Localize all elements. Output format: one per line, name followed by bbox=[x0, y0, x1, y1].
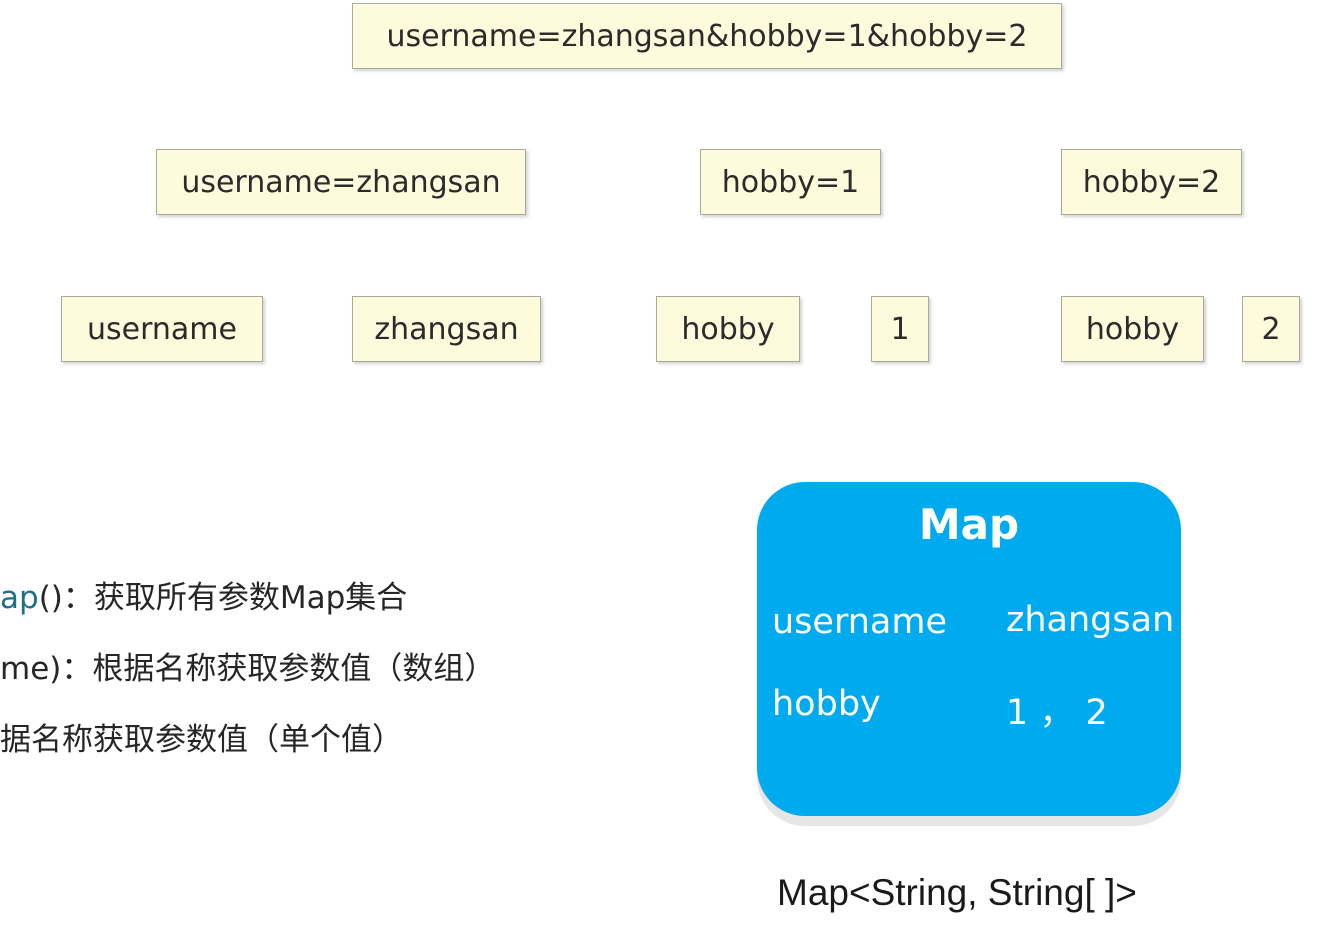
pair-text: username=zhangsan bbox=[181, 164, 501, 200]
token-text: 2 bbox=[1261, 311, 1281, 347]
map-container: Map username zhangsan hobby 1 ， 2 bbox=[757, 482, 1181, 816]
pair-text: hobby=2 bbox=[1082, 164, 1221, 200]
pair-text: hobby=1 bbox=[721, 164, 860, 200]
method-description: ()：获取所有参数Map集合 bbox=[38, 580, 408, 616]
method-get-parameter-map: ap()：获取所有参数Map集合 bbox=[0, 572, 407, 617]
method-get-parameter-values: me)：根据名称获取参数值（数组） bbox=[0, 643, 495, 688]
map-key-username: username bbox=[772, 602, 947, 642]
method-name: ap bbox=[0, 580, 39, 616]
map-key-hobby: hobby bbox=[772, 684, 881, 724]
map-title: Map bbox=[918, 500, 1020, 549]
method-description: me)：根据名称获取参数值（数组） bbox=[0, 651, 496, 687]
map-value-hobby: 1 ， 2 bbox=[1006, 693, 1108, 733]
method-get-parameter: 据名称获取参数值（单个值） bbox=[0, 714, 403, 759]
map-value-username: zhangsan bbox=[1006, 600, 1175, 640]
token-text: zhangsan bbox=[374, 311, 519, 347]
pair-box-hobby-1: hobby=1 bbox=[700, 149, 881, 215]
token-text: hobby bbox=[681, 311, 775, 347]
token-box-hobby-value-1: 1 bbox=[871, 296, 929, 362]
pair-box-username: username=zhangsan bbox=[156, 149, 526, 215]
query-string-text: username=zhangsan&hobby=1&hobby=2 bbox=[386, 18, 1028, 54]
token-box-hobby-key-2: hobby bbox=[1061, 296, 1204, 362]
method-description: 据名称获取参数值（单个值） bbox=[0, 722, 403, 758]
token-box-username-key: username bbox=[61, 296, 263, 362]
token-text: username bbox=[87, 311, 237, 347]
token-text: hobby bbox=[1085, 311, 1180, 347]
token-text: 1 bbox=[890, 311, 910, 347]
token-box-username-value: zhangsan bbox=[352, 296, 541, 362]
query-string-box: username=zhangsan&hobby=1&hobby=2 bbox=[352, 3, 1062, 69]
token-box-hobby-key-1: hobby bbox=[656, 296, 800, 362]
token-box-hobby-value-2: 2 bbox=[1242, 296, 1300, 362]
map-type-label: Map<String, String[ ]> bbox=[777, 872, 1137, 913]
pair-box-hobby-2: hobby=2 bbox=[1061, 149, 1242, 215]
